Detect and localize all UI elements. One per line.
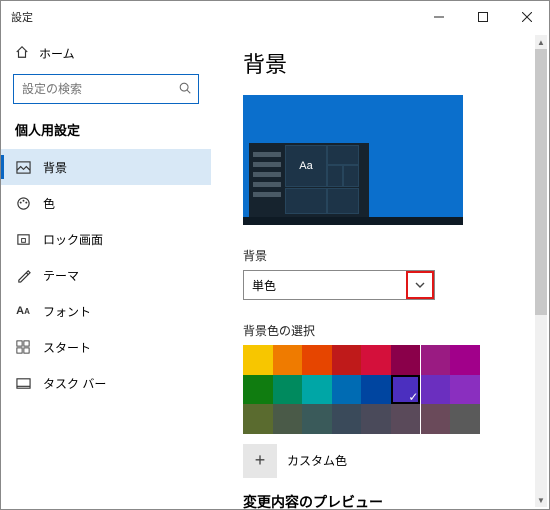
sidebar-item-themes[interactable]: テーマ	[1, 257, 211, 293]
color-swatch[interactable]	[421, 404, 451, 434]
background-dropdown[interactable]: 単色	[243, 270, 435, 300]
minimize-button[interactable]	[417, 2, 461, 32]
custom-color-label: カスタム色	[287, 452, 347, 469]
sidebar-item-colors[interactable]: 色	[1, 185, 211, 221]
color-swatches	[243, 345, 481, 434]
lock-screen-icon	[15, 231, 31, 247]
color-swatch[interactable]	[243, 345, 273, 375]
color-swatch[interactable]	[273, 404, 303, 434]
page-title: 背景	[243, 47, 537, 79]
search-input[interactable]	[22, 82, 178, 96]
color-swatch[interactable]	[361, 345, 391, 375]
maximize-button[interactable]	[461, 2, 505, 32]
color-swatch[interactable]	[302, 404, 332, 434]
preview-heading: 変更内容のプレビュー	[243, 492, 537, 509]
color-swatch[interactable]	[243, 375, 273, 405]
custom-color-button[interactable]: + カスタム色	[243, 444, 537, 478]
color-swatch[interactable]	[273, 375, 303, 405]
scrollbar-thumb[interactable]	[535, 49, 547, 315]
color-swatch[interactable]	[361, 375, 391, 405]
taskbar-icon	[15, 375, 31, 391]
sidebar-item-label: フォント	[43, 303, 91, 320]
start-icon	[15, 339, 31, 355]
color-swatch[interactable]	[421, 375, 451, 405]
color-swatch[interactable]	[450, 345, 480, 375]
color-swatch[interactable]	[243, 404, 273, 434]
search-icon	[178, 81, 192, 98]
plus-icon: +	[243, 444, 277, 478]
section-title: 個人用設定	[1, 114, 211, 149]
color-swatch[interactable]	[332, 375, 362, 405]
chevron-down-icon[interactable]	[406, 271, 434, 299]
home-label: ホーム	[39, 45, 75, 62]
sidebar-item-fonts[interactable]: AA フォント	[1, 293, 211, 329]
palette-icon	[15, 195, 31, 211]
home-link[interactable]: ホーム	[1, 39, 211, 70]
home-icon	[15, 45, 29, 62]
sidebar-item-lockscreen[interactable]: ロック画面	[1, 221, 211, 257]
search-input-container[interactable]	[13, 74, 199, 104]
font-icon: AA	[15, 303, 31, 319]
swatch-label: 背景色の選択	[243, 322, 537, 339]
sidebar: ホーム 個人用設定 背景 色 ロック画面 テーマ AA フォント ス	[1, 33, 211, 509]
theme-icon	[15, 267, 31, 283]
sidebar-item-label: 背景	[43, 159, 67, 176]
sidebar-item-label: タスク バー	[43, 375, 106, 392]
sidebar-item-label: ロック画面	[43, 231, 103, 248]
sidebar-item-label: テーマ	[43, 267, 79, 284]
color-swatch[interactable]	[391, 404, 421, 434]
color-swatch[interactable]	[302, 375, 332, 405]
color-swatch[interactable]	[332, 345, 362, 375]
main-panel: 背景 Aa 背景 単色	[211, 33, 549, 509]
scroll-up-icon[interactable]: ▲	[535, 35, 547, 49]
sidebar-item-background[interactable]: 背景	[1, 149, 211, 185]
color-swatch[interactable]	[450, 375, 480, 405]
color-swatch[interactable]	[273, 345, 303, 375]
titlebar: 設定	[1, 1, 549, 33]
color-swatch[interactable]	[450, 404, 480, 434]
color-swatch[interactable]	[391, 345, 421, 375]
scroll-down-icon[interactable]: ▼	[535, 493, 547, 507]
background-label: 背景	[243, 247, 537, 264]
window-title: 設定	[11, 9, 33, 25]
sidebar-item-start[interactable]: スタート	[1, 329, 211, 365]
vertical-scrollbar[interactable]: ▲ ▼	[535, 35, 547, 507]
sidebar-item-label: 色	[43, 195, 55, 212]
background-dropdown-value: 単色	[252, 277, 276, 294]
image-icon	[15, 159, 31, 175]
sidebar-item-label: スタート	[43, 339, 91, 356]
color-swatch[interactable]	[332, 404, 362, 434]
color-swatch[interactable]	[302, 345, 332, 375]
desktop-preview: Aa	[243, 95, 463, 225]
close-button[interactable]	[505, 2, 549, 32]
color-swatch[interactable]	[361, 404, 391, 434]
color-swatch[interactable]	[421, 345, 451, 375]
sidebar-item-taskbar[interactable]: タスク バー	[1, 365, 211, 401]
color-swatch[interactable]	[391, 375, 421, 405]
preview-tile-aa: Aa	[285, 145, 327, 187]
